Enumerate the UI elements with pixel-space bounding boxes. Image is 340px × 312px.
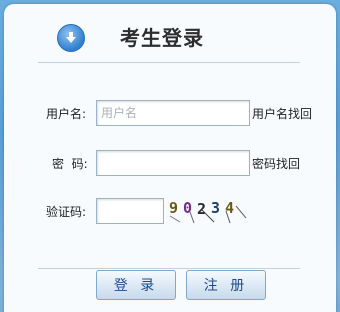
captcha-input[interactable] [96,198,164,224]
captcha-digit: 4 [225,199,234,217]
register-button[interactable]: 注 册 [186,270,266,300]
captcha-image[interactable]: 9 0 2 3 4 [168,196,248,224]
username-recover-link[interactable]: 用户名找回 [252,106,312,122]
footer-divider [38,268,300,269]
username-label: 用户名: [46,107,87,121]
username-input[interactable]: 用户名 [96,100,250,126]
username-placeholder: 用户名 [101,106,138,120]
header-divider [38,62,300,63]
password-label: 密 码: [52,157,88,171]
page-title: 考生登录 [120,26,204,50]
password-input[interactable] [96,150,250,176]
captcha-digit: 2 [197,200,206,218]
down-arrow-circle-icon [57,24,85,52]
login-button[interactable]: 登 录 [96,270,176,300]
captcha-digit: 0 [183,199,192,217]
captcha-digit: 3 [211,199,220,217]
captcha-digit: 9 [169,199,178,217]
password-recover-link[interactable]: 密码找回 [252,156,300,172]
captcha-label: 验证码: [46,205,87,219]
